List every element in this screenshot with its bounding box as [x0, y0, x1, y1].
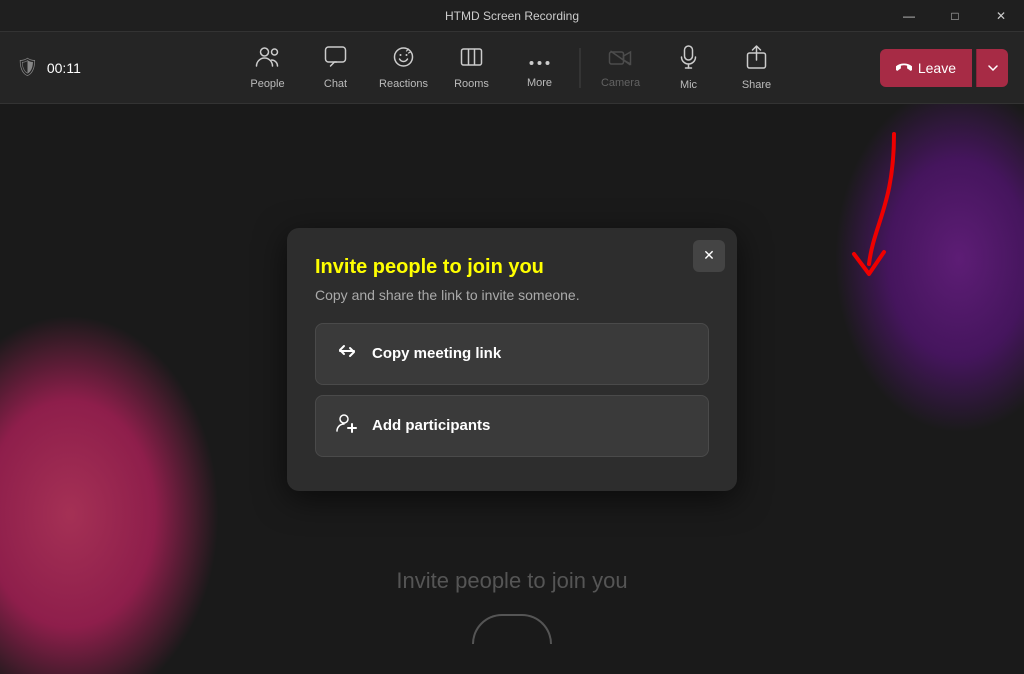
camera-label: Camera [601, 77, 640, 89]
chevron-down-icon [988, 65, 998, 71]
add-participants-label: Add participants [372, 417, 490, 434]
maximize-button[interactable]: □ [932, 0, 978, 32]
leave-phone-icon [896, 60, 912, 76]
copy-link-button[interactable]: Copy meeting link [315, 323, 709, 385]
share-label: Share [742, 79, 771, 91]
call-timer: 00:11 [47, 60, 81, 76]
dialog-overlay: ✕ Invite people to join you Copy and sha… [0, 104, 1024, 674]
rooms-label: Rooms [454, 78, 489, 90]
rooms-icon [461, 46, 483, 74]
reactions-label: Reactions [379, 78, 428, 90]
add-participants-icon [336, 412, 358, 440]
dialog-title: Invite people to join you [315, 256, 709, 279]
toolbar-right: Leave [880, 49, 1008, 87]
people-button[interactable]: People [236, 38, 300, 98]
copy-link-icon [336, 340, 358, 368]
reactions-icon [393, 46, 415, 74]
dialog-subtitle: Copy and share the link to invite someon… [315, 287, 709, 303]
share-button[interactable]: Share [725, 38, 789, 98]
reactions-button[interactable]: Reactions [372, 38, 436, 98]
annotation-arrow-svg [814, 124, 934, 284]
more-label: More [527, 77, 552, 89]
close-button[interactable]: ✕ [978, 0, 1024, 32]
main-content: Invite people to join you ✕ Invite peopl… [0, 104, 1024, 674]
chat-icon [325, 46, 347, 74]
arrow-annotation [814, 124, 934, 289]
chat-label: Chat [324, 78, 347, 90]
toolbar-left: 🛡 00:11 [16, 57, 81, 78]
more-button[interactable]: More [508, 38, 572, 98]
leave-label: Leave [918, 60, 956, 76]
rooms-button[interactable]: Rooms [440, 38, 504, 98]
toolbar-divider [580, 48, 581, 88]
toolbar-center: People Chat React [236, 38, 789, 98]
dialog-close-icon: ✕ [703, 247, 715, 264]
add-participants-button[interactable]: Add participants [315, 395, 709, 457]
chat-button[interactable]: Chat [304, 38, 368, 98]
minimize-button[interactable]: — [886, 0, 932, 32]
invite-dialog: ✕ Invite people to join you Copy and sha… [287, 228, 737, 491]
dialog-close-button[interactable]: ✕ [693, 240, 725, 272]
more-icon [528, 47, 552, 73]
mic-label: Mic [680, 79, 697, 91]
window-controls: — □ ✕ [886, 0, 1024, 31]
copy-link-label: Copy meeting link [372, 345, 501, 362]
mic-icon [681, 45, 697, 75]
people-label: People [250, 78, 284, 90]
mic-button[interactable]: Mic [657, 38, 721, 98]
share-icon [747, 45, 767, 75]
leave-button[interactable]: Leave [880, 49, 972, 87]
shield-icon: 🛡 [16, 57, 39, 78]
title-bar: HTMD Screen Recording — □ ✕ [0, 0, 1024, 32]
app-title: HTMD Screen Recording [445, 9, 579, 23]
leave-dropdown-button[interactable] [976, 49, 1008, 87]
toolbar: 🛡 00:11 People Chat [0, 32, 1024, 104]
camera-button[interactable]: Camera [589, 38, 653, 98]
people-icon [256, 46, 280, 74]
camera-icon [609, 47, 633, 73]
